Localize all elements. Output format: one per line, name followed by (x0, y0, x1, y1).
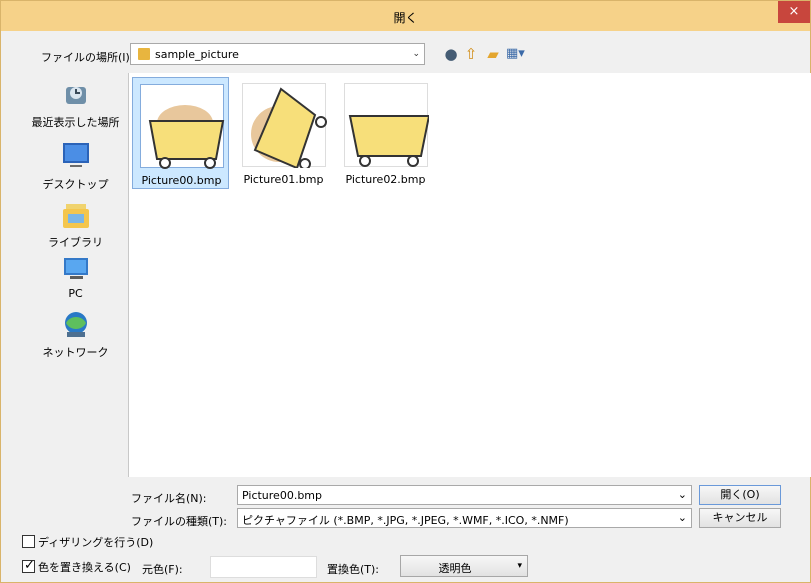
chevron-down-icon[interactable]: ⌄ (412, 49, 420, 59)
place-label: 最近表示した場所 (31, 116, 120, 129)
chevron-down-icon[interactable]: ▾ (517, 561, 522, 571)
close-icon[interactable]: × (789, 4, 800, 19)
replace-color-label: 色を置き換える(C) (38, 561, 131, 574)
replacement-color-value: 透明色 (438, 562, 472, 575)
filetype-value[interactable]: ピクチャファイル (*.BMP, *.JPG, *.JPEG, *.WMF, *… (242, 512, 569, 528)
thumbnail (344, 83, 431, 167)
location-combobox[interactable]: sample_picture ⌄ (130, 43, 425, 65)
open-button[interactable]: 開く(O) (699, 485, 781, 505)
place-label: PC (68, 287, 83, 300)
source-color-label: 元色(F): (142, 563, 183, 576)
folder-icon (138, 48, 150, 60)
replacement-color-label: 置換色(T): (327, 563, 380, 576)
place-pc[interactable]: PC (28, 252, 123, 310)
close-button[interactable]: × (778, 1, 810, 23)
location-value: sample_picture (155, 48, 239, 61)
file-name: Picture02.bmp (345, 173, 426, 186)
place-recent[interactable]: 最近表示した場所 (28, 79, 123, 137)
chevron-down-icon[interactable]: ⌄ (678, 488, 687, 501)
new-folder-icon[interactable]: ▰ (484, 45, 502, 63)
chevron-down-icon[interactable]: ⌄ (678, 511, 687, 524)
dialog-title: 開く (393, 11, 418, 25)
filename-label: ファイル名(N): (131, 492, 207, 505)
checkmark-icon: ✓ (24, 558, 35, 573)
source-color-swatch[interactable] (210, 556, 317, 578)
file-item[interactable]: Picture02.bmp (337, 77, 434, 189)
file-name: Picture01.bmp (243, 173, 324, 186)
cancel-button[interactable]: キャンセル (699, 508, 781, 528)
file-name: Picture00.bmp (141, 174, 222, 187)
location-label: ファイルの場所(I): (41, 51, 134, 64)
up-folder-icon[interactable]: ⇧ (462, 45, 480, 63)
place-label: ライブラリ (48, 236, 103, 249)
dithering-label: ディザリングを行う(D) (38, 536, 154, 549)
file-item[interactable]: Picture00.bmp (132, 77, 229, 189)
filename-input[interactable]: Picture00.bmp ⌄ (237, 485, 692, 505)
network-icon (60, 309, 92, 341)
place-desktop[interactable]: デスクトップ (28, 141, 123, 199)
places-sidebar: 最近表示した場所 デスクトップ ライブラリ PC ネットワーク (28, 71, 123, 481)
desktop-icon (60, 141, 92, 173)
title-bar: 開く × (1, 1, 810, 31)
replacement-color-dropdown[interactable]: 透明色 ▾ (400, 555, 528, 577)
back-icon[interactable]: ● (442, 45, 460, 63)
file-list[interactable]: Picture00.bmp Picture01.bmp Picture02.bm… (128, 73, 811, 477)
thumbnail (242, 83, 327, 170)
pc-icon (60, 252, 92, 284)
place-label: ネットワーク (42, 346, 109, 359)
thumbnail (140, 84, 225, 169)
place-network[interactable]: ネットワーク (28, 309, 123, 367)
filetype-select[interactable]: ピクチャファイル (*.BMP, *.JPG, *.JPEG, *.WMF, *… (237, 508, 692, 528)
place-library[interactable]: ライブラリ (28, 199, 123, 257)
file-item[interactable]: Picture01.bmp (235, 77, 332, 189)
open-dialog: 開く × ファイルの場所(I): sample_picture ⌄ ● ⇧ ▰ … (0, 0, 811, 583)
place-label: デスクトップ (42, 178, 109, 191)
dithering-checkbox[interactable] (22, 535, 35, 548)
replace-color-checkbox[interactable]: ✓ (22, 558, 35, 573)
filetype-label: ファイルの種類(T): (131, 515, 228, 528)
view-menu-icon[interactable]: ▦▾ (506, 45, 525, 63)
filename-value[interactable]: Picture00.bmp (242, 489, 322, 502)
recent-places-icon (60, 79, 92, 111)
library-icon (60, 199, 92, 231)
